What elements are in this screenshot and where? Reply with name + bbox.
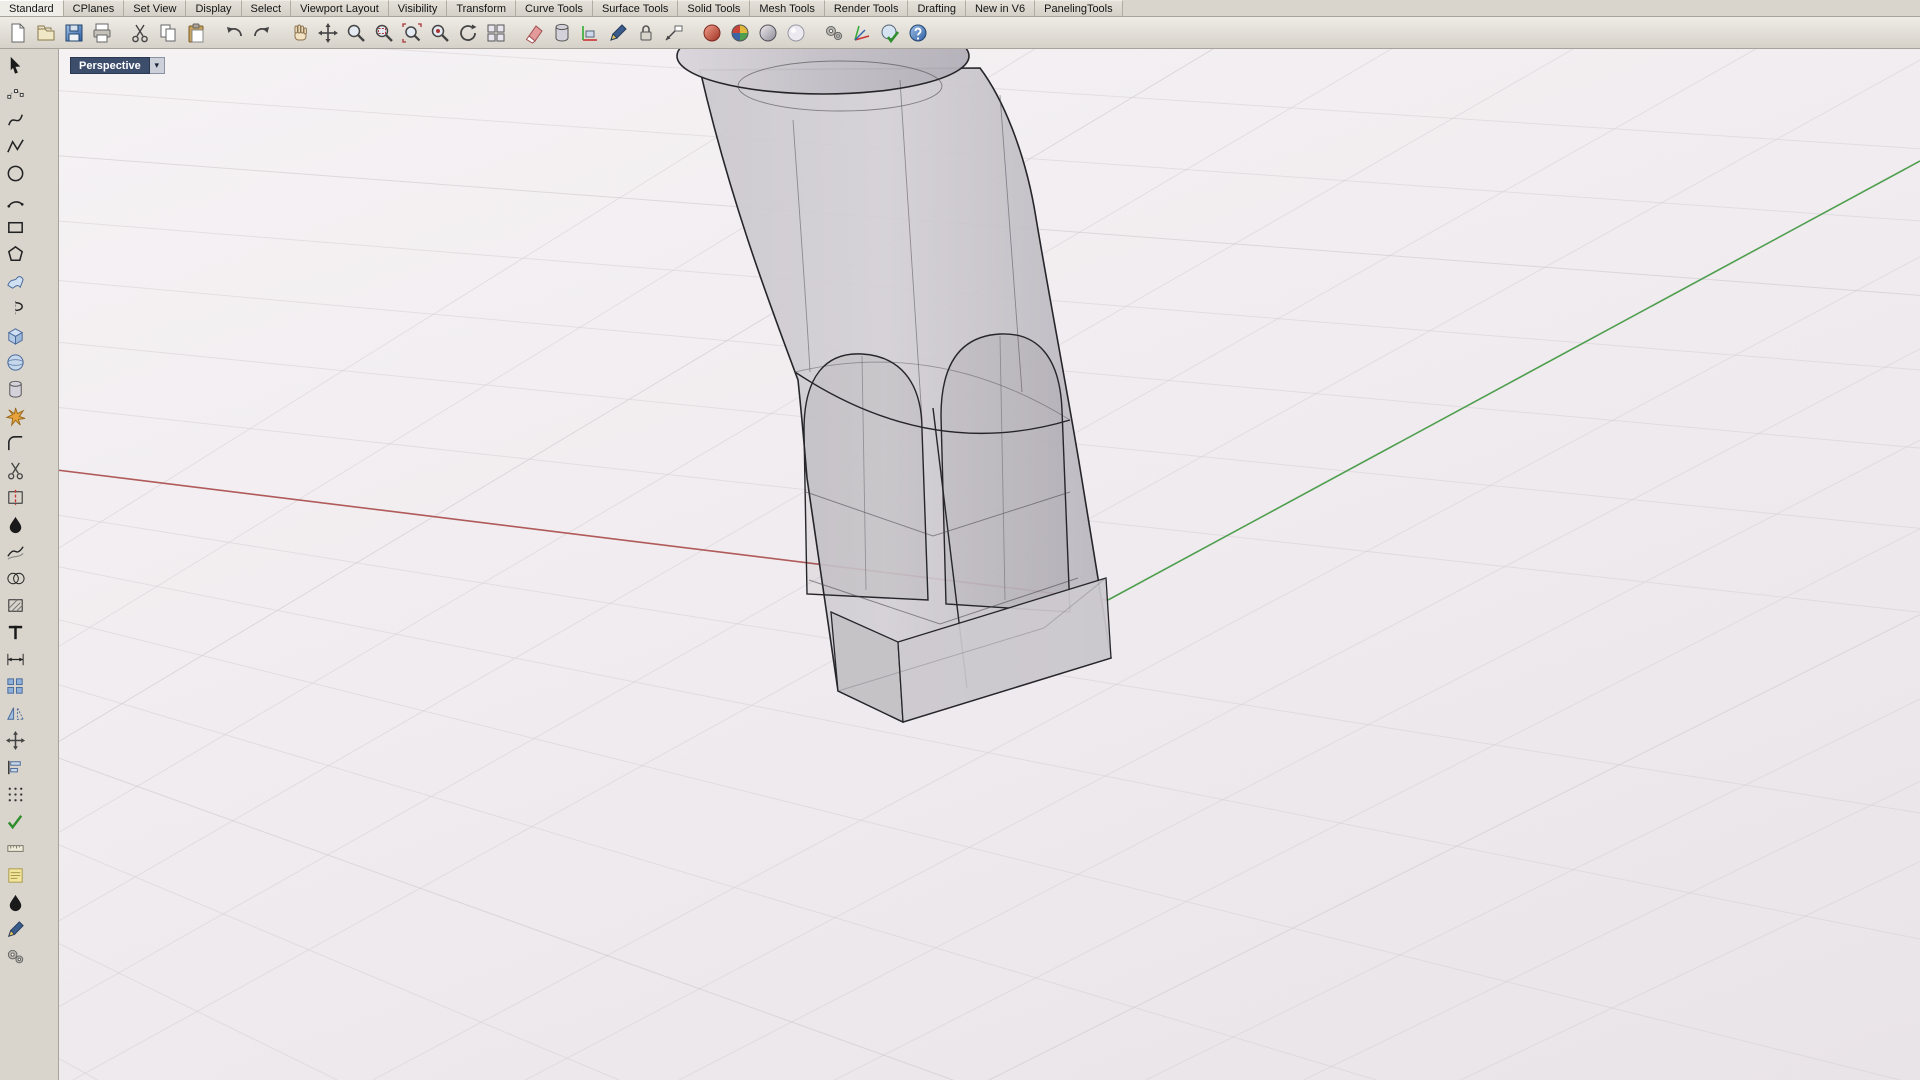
curve-icon[interactable] <box>3 107 28 132</box>
rectangle-icon[interactable] <box>3 215 28 240</box>
tab-drafting[interactable]: Drafting <box>908 0 966 16</box>
tab-visibility[interactable]: Visibility <box>389 0 448 16</box>
explode-icon[interactable] <box>3 404 28 429</box>
trim-icon[interactable] <box>3 458 28 483</box>
drop-point-icon[interactable] <box>3 512 28 537</box>
tab-standard[interactable]: Standard <box>0 0 64 16</box>
tab-new-in-v6[interactable]: New in V6 <box>966 0 1035 16</box>
tab-transform[interactable]: Transform <box>447 0 516 16</box>
select-icon[interactable] <box>3 53 28 78</box>
tab-render-tools[interactable]: Render Tools <box>825 0 909 16</box>
open-file-icon[interactable] <box>32 19 59 46</box>
cut-icon[interactable] <box>126 19 153 46</box>
toolbar-separator <box>810 19 819 46</box>
delete-icon[interactable] <box>520 19 547 46</box>
ghosted-display-icon[interactable] <box>782 19 809 46</box>
mirror-icon[interactable] <box>3 701 28 726</box>
move-icon[interactable] <box>3 728 28 753</box>
tab-viewport-layout[interactable]: Viewport Layout <box>291 0 389 16</box>
cylinder-icon[interactable] <box>3 377 28 402</box>
fillet-icon[interactable] <box>3 431 28 456</box>
text-icon[interactable] <box>3 620 28 645</box>
toolbar-tab-bar: Standard CPlanes Set View Display Select… <box>0 0 1920 17</box>
zoom-selected-icon[interactable] <box>426 19 453 46</box>
print-icon[interactable] <box>88 19 115 46</box>
sphere-icon[interactable] <box>3 350 28 375</box>
lock-icon[interactable] <box>632 19 659 46</box>
rotate-view-icon[interactable] <box>454 19 481 46</box>
polygon-icon[interactable] <box>3 242 28 267</box>
toolbar-separator <box>510 19 519 46</box>
toolbar-separator <box>688 19 697 46</box>
toolbar-separator <box>276 19 285 46</box>
leader-icon[interactable] <box>660 19 687 46</box>
help-icon[interactable] <box>904 19 931 46</box>
surface-icon[interactable] <box>3 269 28 294</box>
shaded-display-icon[interactable] <box>754 19 781 46</box>
eyedropper-icon[interactable] <box>3 890 28 915</box>
viewport-title: Perspective ▾ <box>70 57 165 74</box>
check-icon[interactable] <box>3 809 28 834</box>
tab-mesh-tools[interactable]: Mesh Tools <box>750 0 824 16</box>
chevron-down-icon: ▾ <box>155 60 160 71</box>
tab-select[interactable]: Select <box>242 0 292 16</box>
zoom-dynamic-icon[interactable] <box>342 19 369 46</box>
tab-cplanes[interactable]: CPlanes <box>64 0 125 16</box>
save-icon[interactable] <box>60 19 87 46</box>
paste-icon[interactable] <box>182 19 209 46</box>
pen-tool-icon[interactable] <box>3 917 28 942</box>
render-globe-icon[interactable] <box>726 19 753 46</box>
pan-icon[interactable] <box>286 19 313 46</box>
notes-icon[interactable] <box>3 863 28 888</box>
viewport-canvas[interactable] <box>0 0 1920 1080</box>
split-icon[interactable] <box>3 485 28 510</box>
cplane-icon[interactable] <box>576 19 603 46</box>
hatch-icon[interactable] <box>3 593 28 618</box>
copy-icon[interactable] <box>154 19 181 46</box>
pen-icon[interactable] <box>604 19 631 46</box>
curve-boolean-icon[interactable] <box>3 566 28 591</box>
update-check-icon[interactable] <box>876 19 903 46</box>
control-points-icon[interactable] <box>3 80 28 105</box>
hide-icon[interactable] <box>548 19 575 46</box>
undo-icon[interactable] <box>220 19 247 46</box>
zoom-extents-icon[interactable] <box>398 19 425 46</box>
point-grid-icon[interactable] <box>3 782 28 807</box>
zoom-window-icon[interactable] <box>370 19 397 46</box>
tab-set-view[interactable]: Set View <box>124 0 186 16</box>
blend-icon[interactable] <box>3 539 28 564</box>
standard-toolbar <box>0 17 1920 49</box>
circle-icon[interactable] <box>3 161 28 186</box>
options-gears-icon[interactable] <box>820 19 847 46</box>
redo-icon[interactable] <box>248 19 275 46</box>
array-icon[interactable] <box>3 674 28 699</box>
measure-icon[interactable] <box>3 836 28 861</box>
3d-object[interactable] <box>677 18 1111 722</box>
rendered-display-icon[interactable] <box>698 19 725 46</box>
viewport-title-dropdown[interactable]: ▾ <box>150 57 165 74</box>
align-icon[interactable] <box>3 755 28 780</box>
named-views-icon[interactable] <box>482 19 509 46</box>
tab-curve-tools[interactable]: Curve Tools <box>516 0 593 16</box>
tab-surface-tools[interactable]: Surface Tools <box>593 0 678 16</box>
move-view-icon[interactable] <box>314 19 341 46</box>
tab-solid-tools[interactable]: Solid Tools <box>678 0 750 16</box>
box-icon[interactable] <box>3 323 28 348</box>
gears-icon[interactable] <box>3 944 28 969</box>
tab-panelingtools[interactable]: PanelingTools <box>1035 0 1123 16</box>
polyline-icon[interactable] <box>3 134 28 159</box>
revolve-icon[interactable] <box>3 296 28 321</box>
toolbar-separator <box>210 19 219 46</box>
axes-widget-icon[interactable] <box>848 19 875 46</box>
tab-display[interactable]: Display <box>186 0 241 16</box>
new-file-icon[interactable] <box>4 19 31 46</box>
main-tool-sidebar <box>0 49 59 1080</box>
dimension-icon[interactable] <box>3 647 28 672</box>
toolbar-separator <box>116 19 125 46</box>
y-axis <box>1108 161 1920 600</box>
arc-icon[interactable] <box>3 188 28 213</box>
viewport-title-button[interactable]: Perspective <box>70 57 150 74</box>
